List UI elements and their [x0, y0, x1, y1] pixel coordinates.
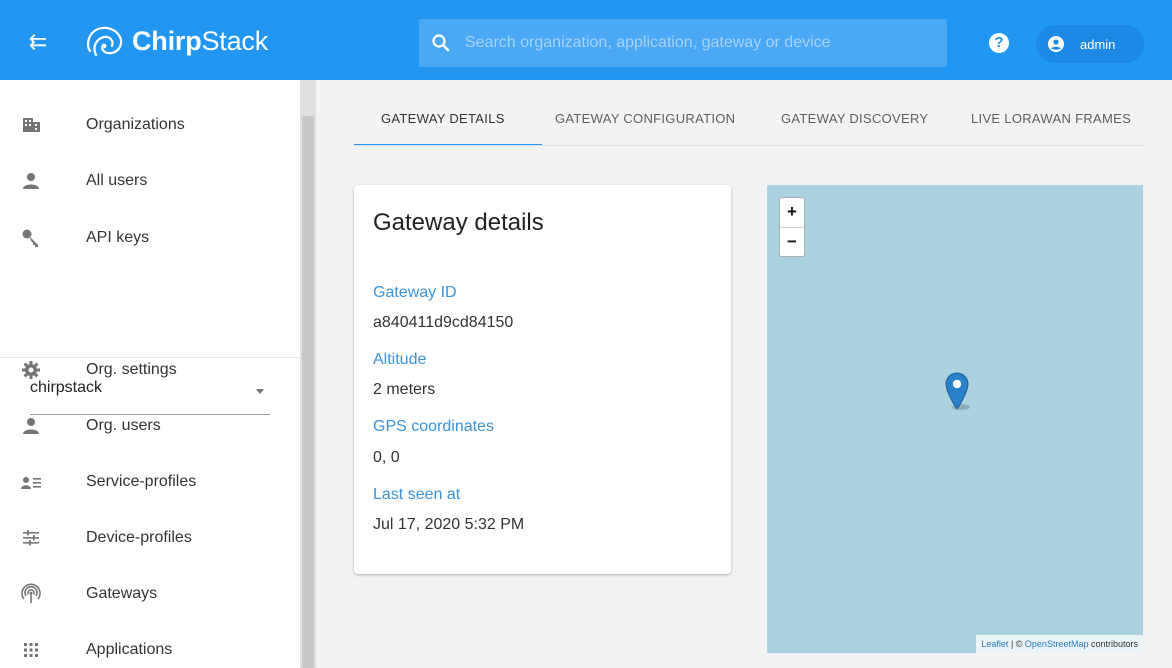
sidebar-item-device-profiles[interactable]: Device-profiles: [0, 510, 300, 566]
user-menu-button[interactable]: admin: [1036, 25, 1144, 63]
brand-name: ChirpStack: [132, 25, 269, 56]
scrollbar-thumb[interactable]: [302, 116, 314, 668]
sidebar-item-org-users[interactable]: Org. users: [0, 398, 300, 454]
sidebar-item-applications[interactable]: Applications: [0, 622, 300, 668]
sidebar-item-label: Service-profiles: [86, 473, 197, 490]
logo[interactable]: ChirpStack: [82, 20, 268, 62]
sidebar: Organizations All users API keys chirpst…: [0, 80, 300, 668]
gateway-map[interactable]: + − Leaflet | © OpenStreetMap contributo…: [767, 185, 1143, 653]
search-box: [419, 19, 947, 67]
collapse-menu-icon[interactable]: ⇇: [20, 24, 56, 60]
gateway-icon: [21, 583, 41, 603]
tab-live-lorawan-frames[interactable]: LIVE LORAWAN FRAMES: [971, 96, 1131, 145]
sidebar-item-label: Applications: [86, 641, 173, 658]
altitude-label: Altitude: [373, 351, 427, 368]
leaflet-link[interactable]: Leaflet: [981, 639, 1008, 649]
organizations-icon: [23, 118, 40, 132]
sidebar-item-org-settings[interactable]: Org. settings: [0, 342, 300, 398]
gateway-id-value: a840411d9cd84150: [373, 314, 514, 331]
last-seen-value: Jul 17, 2020 5:32 PM: [373, 516, 525, 533]
sidebar-item-label: Org. users: [86, 417, 161, 434]
service-profiles-icon: [21, 477, 41, 489]
sidebar-item-label: All users: [86, 172, 148, 189]
sidebar-item-label: Org. settings: [86, 361, 177, 378]
sidebar-item-service-profiles[interactable]: Service-profiles: [0, 454, 300, 510]
sidebar-item-label: API keys: [86, 229, 150, 246]
chirpstack-logo-icon: [87, 26, 123, 57]
openstreetmap-link[interactable]: OpenStreetMap: [1025, 639, 1089, 649]
zoom-out-button[interactable]: −: [780, 228, 804, 256]
sidebar-scrollbar[interactable]: [300, 80, 316, 668]
sidebar-item-all-users[interactable]: All users: [0, 153, 300, 209]
zoom-control: + −: [779, 197, 805, 257]
key-icon: [22, 229, 38, 247]
search-icon: [432, 34, 450, 52]
zoom-in-button[interactable]: +: [780, 198, 804, 226]
user-icon: [23, 418, 39, 434]
sidebar-item-label: Organizations: [86, 116, 185, 133]
username: admin: [1080, 36, 1116, 52]
gear-icon: [22, 361, 40, 379]
applications-grid-icon: [24, 643, 38, 657]
gps-coordinates-value: 0, 0: [373, 449, 400, 466]
tab-gateway-discovery[interactable]: GATEWAY DISCOVERY: [781, 96, 928, 145]
user-icon: [23, 173, 39, 189]
map-attribution: Leaflet | © OpenStreetMap contributors: [976, 635, 1143, 653]
card-title: Gateway details: [373, 209, 544, 236]
sidebar-item-label: Gateways: [86, 585, 158, 602]
account-circle-icon: [1048, 36, 1064, 52]
sidebar-item-organizations[interactable]: Organizations: [0, 97, 300, 153]
search-input[interactable]: [465, 34, 935, 52]
gateway-details-card: Gateway details Gateway ID a840411d9cd84…: [354, 185, 731, 574]
attribution-contributors: contributors: [1088, 639, 1138, 649]
altitude-value: 2 meters: [373, 381, 436, 398]
app-bar: ⇇ ChirpStack ? admin: [0, 0, 1172, 80]
sidebar-item-label: Device-profiles: [86, 529, 192, 546]
last-seen-label: Last seen at: [373, 486, 461, 503]
gateway-id-label: Gateway ID: [373, 284, 457, 301]
sidebar-item-api-keys[interactable]: API keys: [0, 210, 300, 266]
active-tab-indicator: [354, 144, 542, 145]
gateway-tabs: GATEWAY DETAILS GATEWAY CONFIGURATION GA…: [354, 96, 1143, 146]
help-icon[interactable]: ?: [989, 33, 1009, 53]
attribution-separator: | ©: [1008, 639, 1025, 649]
tab-gateway-configuration[interactable]: GATEWAY CONFIGURATION: [555, 96, 735, 145]
gps-coordinates-label: GPS coordinates: [373, 418, 494, 435]
map-marker-icon[interactable]: [943, 371, 971, 411]
sidebar-item-gateways[interactable]: Gateways: [0, 566, 300, 622]
device-profiles-icon: [23, 530, 39, 546]
tab-gateway-details[interactable]: GATEWAY DETAILS: [381, 96, 505, 145]
